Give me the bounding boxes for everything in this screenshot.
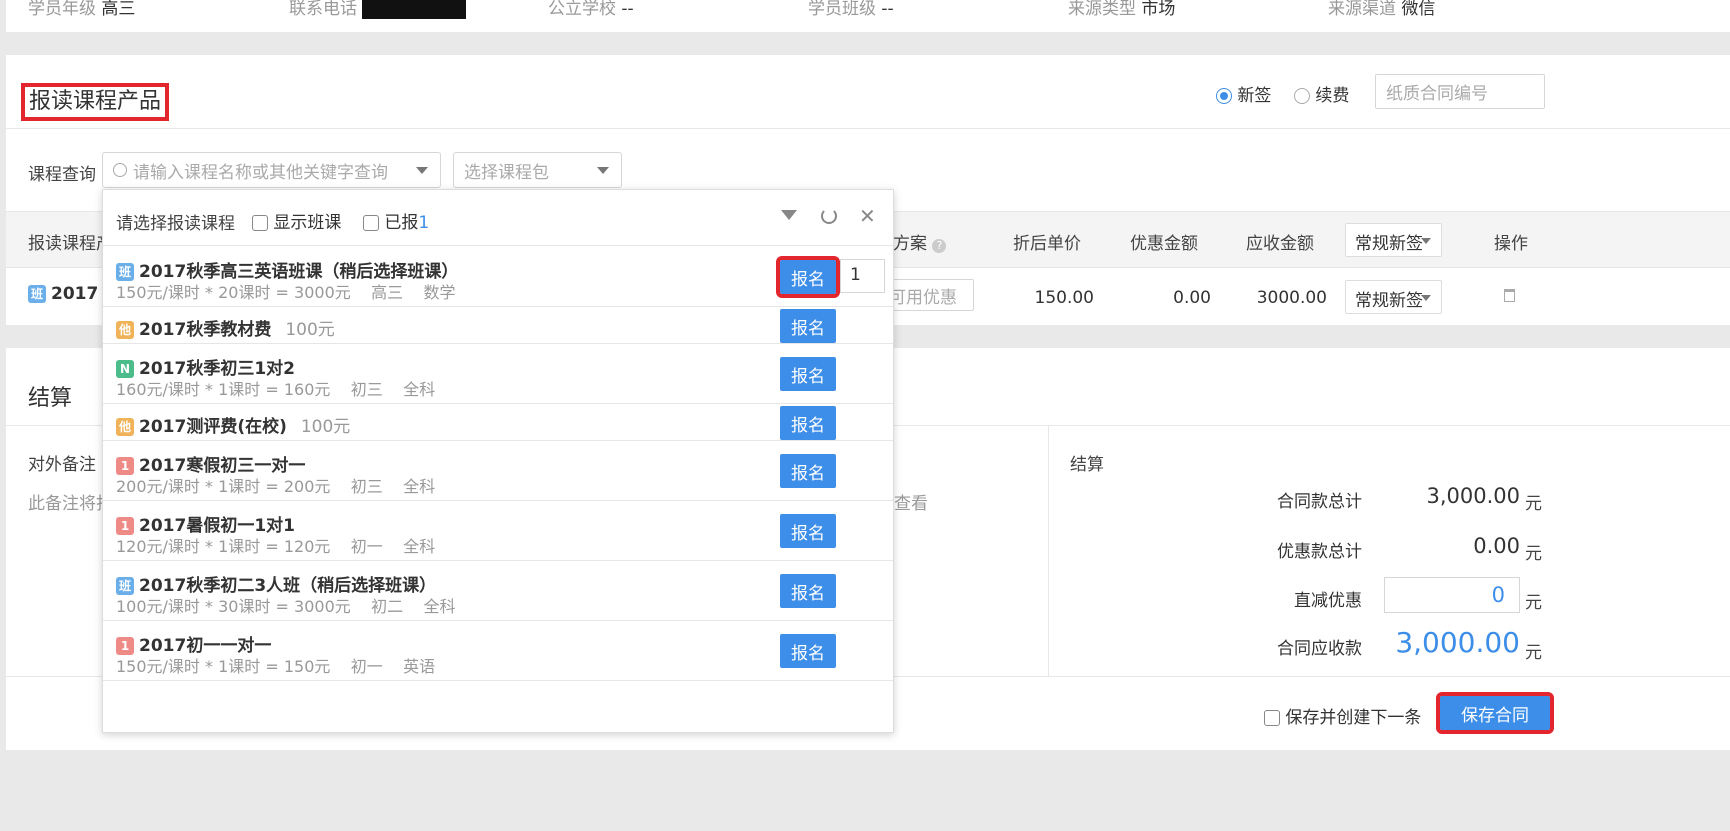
save-and-next-checkbox[interactable]: 保存并创建下一条 [1264,703,1421,728]
course-detail: 120元/课时 * 1课时 = 120元 初一 全科 [116,537,436,556]
row-product: 班 2017 [28,284,98,304]
unit-label: 元 [1525,544,1542,564]
summary-title: 结算 [1070,455,1104,475]
course-query-label: 课程查询 [28,165,96,185]
section-title: 报读课程产品 [20,83,170,121]
info-class: 学员班级 -- [808,0,894,19]
col-receivable: 应收金额 [1246,234,1314,254]
info-school: 公立学校 -- [548,0,634,19]
total-label: 合同款总计 [1277,492,1362,512]
course-detail: 150元/课时 * 20课时 = 3000元 高三 数学 [116,283,456,302]
save-contract-button[interactable]: 保存合同 [1436,692,1554,734]
remark-text: 此备注将打 [28,494,113,514]
enroll-button[interactable]: 报名 [780,634,836,668]
radio-unchecked-icon [1294,88,1310,104]
course-list-item: 班 2017秋季高三英语班课（稍后选择班课） 150元/课时 * 20课时 = 30… [103,247,893,307]
caret-down-icon [1421,238,1431,244]
search-icon [113,163,127,177]
col-plan: 方案 ? [893,229,947,254]
divider [6,128,1730,129]
row-discount: 0.00 [1173,288,1211,308]
info-phone: 联系电话 [289,0,467,19]
course-title: 他 2017测评费(在校) 100元 [116,412,350,437]
student-info-bar: 学员年级 高三 联系电话 公立学校 -- 学员班级 -- 来源类型 市场 来源渠… [6,0,1730,32]
refresh-icon[interactable] [821,208,837,224]
discount-total-label: 优惠款总计 [1277,542,1362,562]
trash-icon[interactable] [1504,289,1515,302]
dropdown-header: 请选择报读课程 显示班课 已报1 ✕ [103,190,893,246]
course-type-badge: 他 [116,321,134,339]
course-list-item: 他 2017秋季教材费 100元 报名 [103,307,893,344]
radio-renew[interactable]: 续费 [1294,81,1349,106]
class-badge: 班 [28,285,46,303]
enroll-button[interactable]: 报名 [780,514,836,548]
enroll-button[interactable]: 报名 [780,357,836,391]
caret-down-icon [416,167,428,174]
settlement-title: 结算 [28,386,73,411]
col-discount: 优惠金额 [1130,234,1198,254]
course-detail: 200元/课时 * 1课时 = 200元 初三 全科 [116,477,436,496]
course-package-select[interactable]: 选择课程包 [453,152,622,188]
enrolled-checkbox[interactable]: 已报1 [363,208,429,233]
enroll-button[interactable]: 报名 [780,574,836,608]
unit-label: 元 [1525,643,1542,663]
remark-label: 对外备注 [28,455,96,475]
discount-total-value: 0.00 [1473,534,1520,558]
checkbox-icon [1264,710,1280,726]
info-grade: 学员年级 高三 [28,0,136,19]
checkbox-icon [252,215,268,231]
course-detail: 100元/课时 * 30课时 = 3000元 初二 全科 [116,597,456,616]
enroll-button[interactable]: 报名 [780,309,836,343]
row-unit-price: 150.00 [1034,288,1094,308]
direct-discount-label: 直减优惠 [1294,591,1362,611]
row-type-select[interactable]: 常规新签 [1345,280,1442,314]
col-product: 报读课程产 [28,234,113,254]
course-fee: 100元 [300,417,351,437]
caret-down-icon [597,167,609,174]
close-icon[interactable]: ✕ [859,204,876,228]
enroll-button[interactable]: 报名 [776,256,840,298]
checkbox-icon [363,215,379,231]
phone-redacted [362,0,467,19]
contract-number-input[interactable]: 纸质合同编号 [1375,74,1545,109]
course-list-item: N 2017秋季初三1对2 160元/课时 * 1课时 = 160元 初三 全科 报名 [103,344,893,404]
show-class-checkbox[interactable]: 显示班课 [252,208,341,233]
info-source-type: 来源类型 市场 [1068,0,1176,19]
course-fee: 100元 [285,320,335,340]
quantity-input[interactable]: 1 [840,259,885,293]
col-unit-price: 折后单价 [1013,234,1081,254]
course-type-badge: 他 [116,418,134,436]
filter-icon[interactable] [781,210,797,220]
receivable-label: 合同应收款 [1277,639,1362,659]
course-list: 班 2017秋季高三英语班课（稍后选择班课） 150元/课时 * 20课时 = 30… [103,247,893,687]
remark-tail: 查看 [894,494,928,514]
course-detail: 150元/课时 * 1课时 = 150元 初一 英语 [116,657,436,676]
unit-label: 元 [1525,593,1542,613]
total-value: 3,000.00 [1426,484,1520,508]
type-select-header[interactable]: 常规新签 [1345,223,1442,257]
course-list-item: 1 2017寒假初三一对一 200元/课时 * 1课时 = 200元 初三 全科 报名 [103,441,893,501]
divider [1048,426,1049,676]
course-title: 他 2017秋季教材费 100元 [116,315,335,340]
dropdown-title: 请选择报读课程 [116,214,235,234]
course-search-input[interactable]: 请输入课程名称或其他关键字查询 [102,152,441,188]
course-list-item: 1 2017初一一对一 150元/课时 * 1课时 = 150元 初一 英语 报名 [103,621,893,681]
radio-checked-icon [1216,88,1232,104]
receivable-value: 3,000.00 [1395,626,1520,659]
course-list-item: 他 2017测评费(在校) 100元 报名 [103,404,893,441]
radio-new[interactable]: 新签 [1216,81,1271,106]
course-detail: 160元/课时 * 1课时 = 160元 初三 全科 [116,380,436,399]
enroll-button[interactable]: 报名 [780,406,836,440]
unit-label: 元 [1525,494,1542,514]
row-receivable: 3000.00 [1256,288,1327,308]
col-ops: 操作 [1494,234,1528,254]
direct-discount-input[interactable]: 0 [1384,577,1520,613]
caret-down-icon [1421,295,1431,301]
course-dropdown: 请选择报读课程 显示班课 已报1 ✕ 班 2017秋季高三英语班课（稍后选择班课）… [102,189,894,733]
info-source-channel: 来源渠道 微信 [1328,0,1436,19]
course-list-item: 班 2017秋季初二3人班（稍后选择班课） 100元/课时 * 30课时 = 300… [103,561,893,621]
course-list-item: 1 2017暑假初一1对1 120元/课时 * 1课时 = 120元 初一 全科 报名 [103,501,893,561]
help-icon: ? [932,239,947,253]
enroll-button[interactable]: 报名 [780,454,836,488]
